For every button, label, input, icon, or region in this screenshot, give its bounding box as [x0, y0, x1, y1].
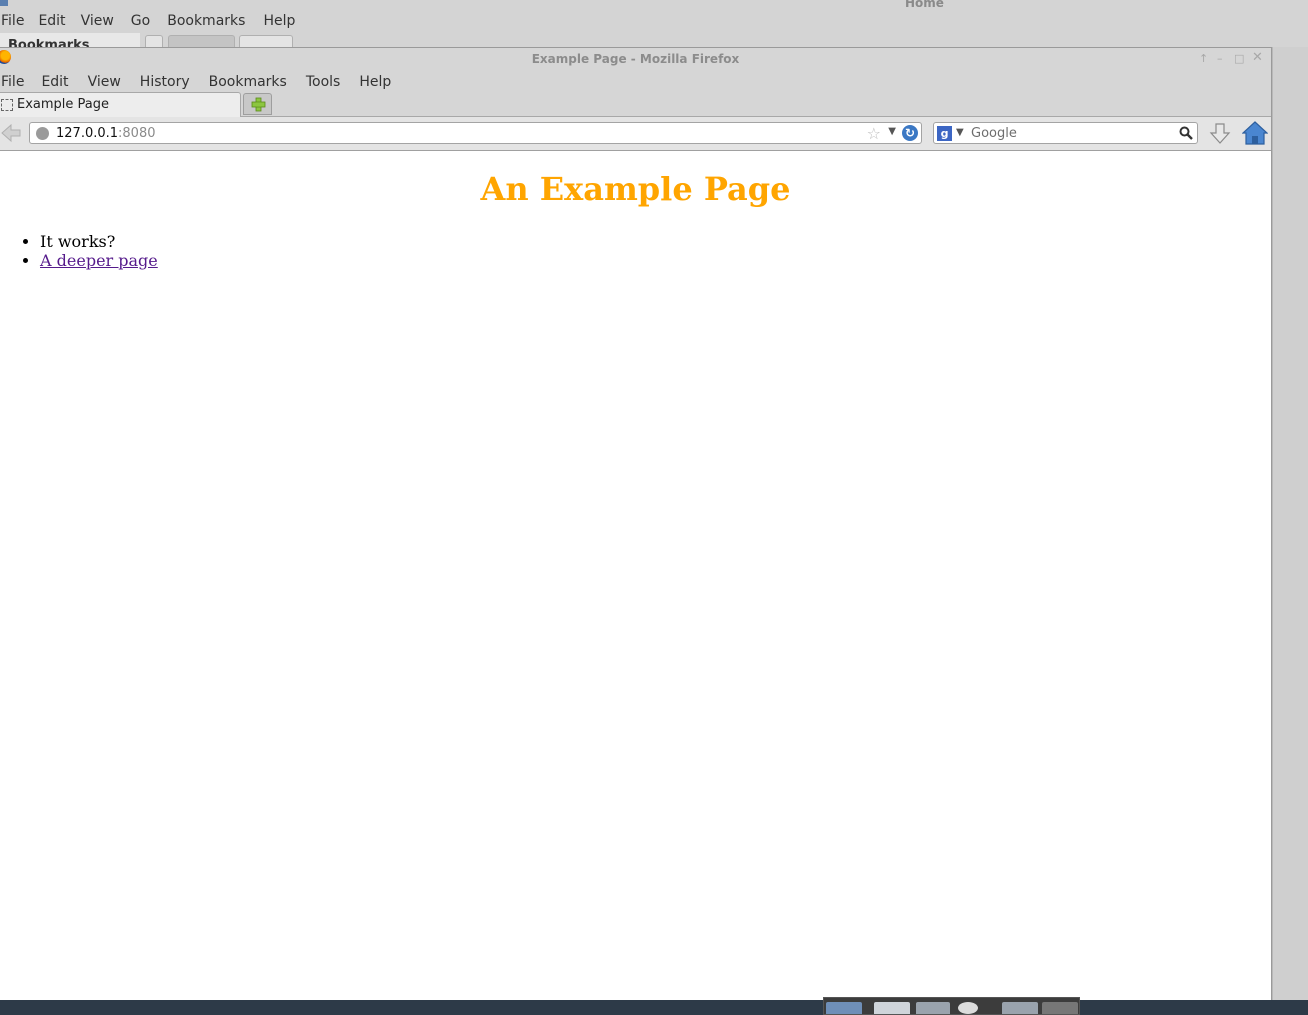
- close-icon[interactable]: ✕: [1252, 50, 1263, 65]
- window-title: Example Page - Mozilla Firefox: [531, 52, 740, 66]
- pin-icon[interactable]: ↑: [1199, 52, 1208, 65]
- plus-icon: [251, 97, 266, 112]
- search-icon[interactable]: [1179, 126, 1193, 140]
- google-engine-icon[interactable]: g: [937, 126, 952, 141]
- menu-edit[interactable]: Edit: [40, 74, 68, 90]
- background-window-title: Home: [905, 0, 944, 10]
- taskbar-launcher: [823, 997, 1080, 1015]
- menu-history[interactable]: History: [139, 74, 190, 90]
- page-heading: An Example Page: [480, 170, 791, 208]
- background-scrollbar[interactable]: [1272, 47, 1308, 1000]
- url-port: :8080: [118, 126, 156, 141]
- folder-icon[interactable]: [1002, 1002, 1038, 1014]
- bg-menu-go[interactable]: Go: [130, 11, 166, 31]
- maximize-icon[interactable]: □: [1234, 52, 1244, 65]
- new-tab-button[interactable]: [243, 93, 272, 115]
- terminal-icon[interactable]: [874, 1002, 910, 1014]
- search-app-icon[interactable]: [1042, 1002, 1078, 1014]
- navigation-toolbar: 127.0.0.1:8080 ☆ ▼ ↻ g ▼: [0, 117, 1271, 151]
- url-bar[interactable]: 127.0.0.1:8080 ☆ ▼ ↻: [29, 122, 922, 144]
- window-titlebar[interactable]: Example Page - Mozilla Firefox ↑ – □ ✕: [0, 48, 1271, 70]
- firefox-window: Example Page - Mozilla Firefox ↑ – □ ✕ F…: [0, 47, 1272, 1002]
- firefox-menubar: File Edit View History Bookmarks Tools H…: [0, 70, 1271, 94]
- back-arrow-icon[interactable]: [0, 122, 22, 144]
- bg-menu-edit[interactable]: Edit: [37, 11, 79, 31]
- reload-icon[interactable]: ↻: [902, 125, 918, 141]
- desktop-icon[interactable]: [826, 1002, 862, 1014]
- url-history-dropdown-icon[interactable]: ▼: [888, 126, 896, 137]
- menu-help[interactable]: Help: [358, 74, 391, 90]
- default-favicon-icon: [1, 99, 13, 111]
- app-icon: [0, 0, 8, 6]
- browser-globe-icon[interactable]: [958, 1002, 978, 1014]
- url-host: 127.0.0.1: [56, 126, 119, 141]
- list-item: It works?: [40, 232, 158, 251]
- page-list: It works? A deeper page: [40, 232, 158, 270]
- bg-menu-bookmarks[interactable]: Bookmarks: [166, 11, 262, 31]
- menu-bookmarks[interactable]: Bookmarks: [208, 74, 287, 90]
- tab-bar: Example Page: [0, 92, 1271, 117]
- home-icon[interactable]: [1242, 121, 1268, 145]
- bg-menu-help[interactable]: Help: [262, 11, 304, 31]
- list-item: A deeper page: [40, 251, 158, 270]
- menu-view[interactable]: View: [87, 74, 121, 90]
- search-engine-dropdown-icon[interactable]: ▼: [956, 127, 964, 138]
- bg-menu-view[interactable]: View: [80, 11, 130, 31]
- background-menubar: File Edit View Go Bookmarks Help: [0, 11, 304, 31]
- globe-icon: [36, 127, 49, 140]
- folder-icon[interactable]: [916, 1002, 950, 1014]
- tab-label: Example Page: [17, 97, 110, 112]
- menu-tools[interactable]: Tools: [305, 74, 341, 90]
- menu-file[interactable]: File: [0, 74, 24, 90]
- taskbar: [0, 1000, 1308, 1015]
- search-input[interactable]: [971, 124, 1171, 142]
- list-item-text: It works?: [40, 232, 116, 251]
- url-text[interactable]: 127.0.0.1:8080: [56, 126, 156, 141]
- search-bar[interactable]: g ▼: [933, 122, 1198, 144]
- page-content: An Example Page It works? A deeper page: [0, 152, 1271, 1002]
- deeper-page-link[interactable]: A deeper page: [40, 251, 158, 270]
- bg-menu-file[interactable]: File: [0, 11, 37, 31]
- minimize-icon[interactable]: –: [1217, 52, 1223, 65]
- bookmark-star-icon[interactable]: ☆: [867, 124, 881, 143]
- download-arrow-icon[interactable]: [1209, 122, 1231, 146]
- tab-example-page[interactable]: Example Page: [0, 92, 241, 117]
